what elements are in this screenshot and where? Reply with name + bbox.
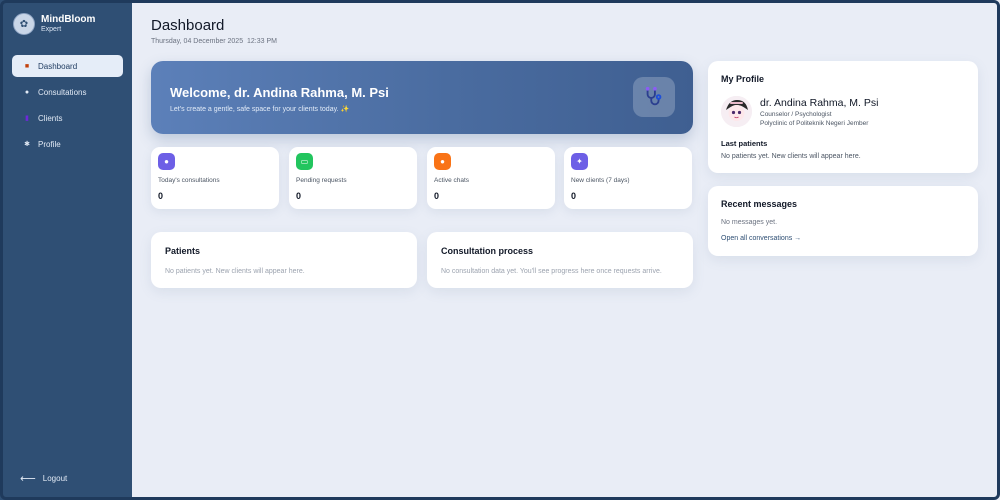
welcome-banner: Welcome, dr. Andina Rahma, M. Psi Let's … <box>151 61 693 134</box>
stat-value: 0 <box>296 191 302 201</box>
gear-icon: ✱ <box>24 141 30 148</box>
user-icon: ● <box>158 153 175 170</box>
profile-title: My Profile <box>721 74 765 84</box>
sidebar-item-dashboard[interactable]: ■ Dashboard <box>12 55 123 77</box>
stat-label: Pending requests <box>296 177 347 184</box>
logout-button[interactable]: ⟵ Logout <box>20 472 67 485</box>
last-patients-label: Last patients <box>721 139 768 148</box>
brand-text: MindBloom Expert <box>41 13 96 34</box>
logout-arrow-icon: ⟵ <box>20 473 36 485</box>
profile-organization: Polyclinic of Politeknik Negeri Jember <box>760 120 869 127</box>
stat-label: Today's consultations <box>158 177 220 184</box>
stat-value: 0 <box>158 191 164 201</box>
patients-empty-text: No patients yet. New clients will appear… <box>165 268 305 275</box>
clients-icon: ▮ <box>25 115 29 122</box>
stethoscope-icon <box>633 77 675 117</box>
last-patients-empty-text: No patients yet. New clients will appear… <box>721 153 861 160</box>
stat-value: 0 <box>434 191 440 201</box>
stat-card-active-chats[interactable]: ● Active chats 0 <box>427 147 555 209</box>
profile-role: Counselor / Psychologist <box>760 111 832 118</box>
messages-title: Recent messages <box>721 199 798 209</box>
open-all-conversations-link[interactable]: Open all conversations → <box>721 235 801 242</box>
stat-card-today-consultations[interactable]: ● Today's consultations 0 <box>151 147 279 209</box>
sidebar-item-label: Profile <box>38 139 61 149</box>
sidebar-item-consultations[interactable]: ● Consultations <box>12 81 123 103</box>
sidebar-item-label: Dashboard <box>38 61 78 71</box>
avatar <box>721 96 752 127</box>
stat-card-pending-requests[interactable]: ▭ Pending requests 0 <box>289 147 417 209</box>
messages-empty-text: No messages yet. <box>721 219 778 226</box>
sidebar-item-clients[interactable]: ▮ Clients <box>12 107 123 129</box>
sidebar: ✿ MindBloom Expert ■ Dashboard ● Consult… <box>0 0 132 500</box>
brain-icon: ✿ <box>13 13 35 35</box>
brand-subtitle: Expert <box>41 26 62 34</box>
sparkle-icon: ✦ <box>571 153 588 170</box>
sidebar-item-label: Clients <box>38 113 63 123</box>
welcome-title: Welcome, dr. Andina Rahma, M. Psi <box>170 85 389 100</box>
process-title: Consultation process <box>441 246 534 256</box>
brand-name: MindBloom <box>41 13 96 25</box>
sidebar-item-profile[interactable]: ✱ Profile <box>12 133 123 155</box>
process-empty-text: No consultation data yet. You'll see pro… <box>441 268 662 275</box>
stat-value: 0 <box>571 191 577 201</box>
inbox-icon: ▭ <box>296 153 313 170</box>
chat-icon: ● <box>434 153 451 170</box>
sidebar-item-label: Consultations <box>38 87 87 97</box>
stat-card-new-clients[interactable]: ✦ New clients (7 days) 0 <box>564 147 692 209</box>
stat-label: Active chats <box>434 177 470 184</box>
stat-label: New clients (7 days) <box>571 177 630 184</box>
brand[interactable]: ✿ MindBloom Expert <box>13 13 95 35</box>
profile-name: dr. Andina Rahma, M. Psi <box>760 97 879 109</box>
patients-title: Patients <box>165 246 201 256</box>
welcome-subtitle: Let's create a gentle, safe space for yo… <box>170 106 350 113</box>
dashboard-icon: ■ <box>24 62 30 70</box>
page-title: Dashboard <box>151 17 225 34</box>
patients-card: Patients No patients yet. New clients wi… <box>151 232 417 288</box>
logout-label: Logout <box>42 474 68 483</box>
sidebar-nav: ■ Dashboard ● Consultations ▮ Clients ✱ … <box>12 55 123 159</box>
chat-bubble-icon: ● <box>24 88 30 96</box>
datetime: Thursday, 04 December 2025 12:33 PM <box>151 38 277 45</box>
consultation-process-card: Consultation process No consultation dat… <box>427 232 693 288</box>
recent-messages-card: Recent messages No messages yet. Open al… <box>708 186 978 256</box>
profile-card: My Profile dr. Andina Rahma, M. Psi Coun… <box>708 61 978 173</box>
